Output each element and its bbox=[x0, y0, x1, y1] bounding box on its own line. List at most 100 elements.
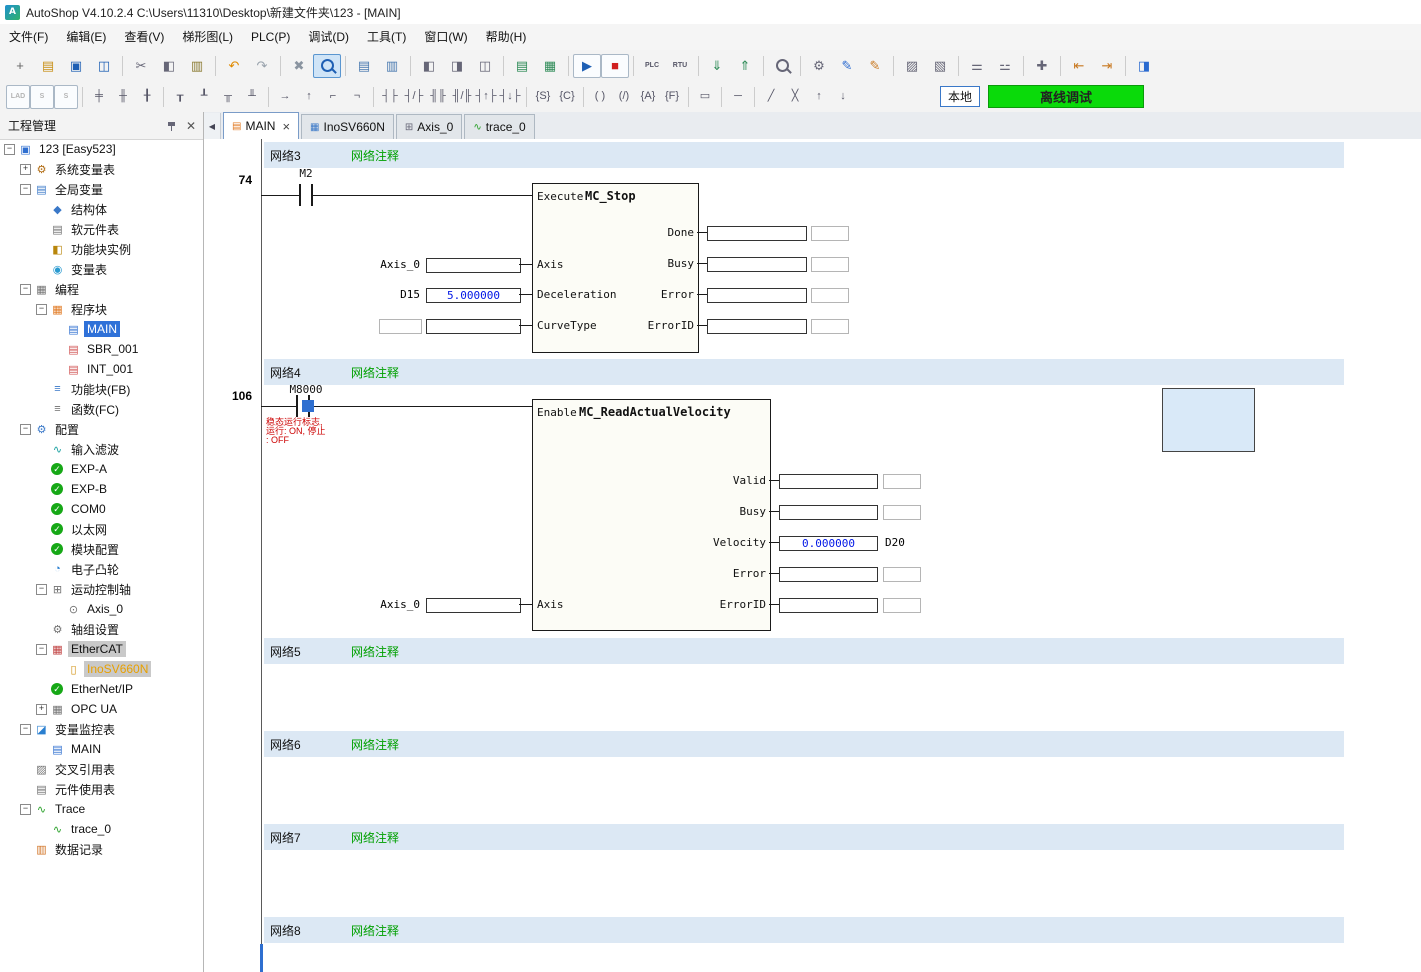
sfc-action-button[interactable]: S bbox=[54, 85, 78, 109]
horizontal-line-tool-button[interactable]: ─ bbox=[726, 85, 750, 109]
tree-item-9[interactable]: ▤MAIN bbox=[0, 319, 203, 339]
new-window-button[interactable]: ◧ bbox=[415, 54, 443, 78]
redo-button[interactable]: ↷ bbox=[248, 54, 276, 78]
station-setup-button[interactable]: ✚ bbox=[1028, 54, 1056, 78]
tree-item-3[interactable]: ◆结构体 bbox=[0, 199, 203, 219]
network-comment[interactable]: 网络注释 bbox=[351, 364, 399, 381]
contact-rising-button[interactable]: ┤↑├ bbox=[474, 85, 498, 109]
copy-button[interactable]: ◧ bbox=[155, 54, 183, 78]
line-corner-down-button[interactable]: ⌐ bbox=[321, 85, 345, 109]
mc-stop-block[interactable]: Execute MC_Stop Axis Deceleration CurveT… bbox=[532, 183, 699, 353]
operand-label[interactable]: D20 bbox=[885, 536, 905, 549]
cut-button[interactable]: ✂ bbox=[127, 54, 155, 78]
network-header-6[interactable]: 网络6网络注释 bbox=[264, 731, 1344, 757]
operand-box[interactable] bbox=[707, 288, 807, 303]
network-header-3[interactable]: 网络3网络注释 bbox=[264, 142, 1344, 168]
tile-windows-button[interactable]: ◫ bbox=[471, 54, 499, 78]
tree-item-26[interactable]: ▯InoSV660N bbox=[0, 659, 203, 679]
menu-item-6[interactable]: 工具(T) bbox=[358, 24, 415, 50]
network-header-5[interactable]: 网络5网络注释 bbox=[264, 638, 1344, 664]
save-button[interactable]: ▣ bbox=[62, 54, 90, 78]
ladder-canvas[interactable]: 74 106 M2 Execute MC_Stop Axis Decelerat… bbox=[204, 139, 1421, 972]
delete-vertical-line-button[interactable]: ╳ bbox=[783, 85, 807, 109]
function-block-insert-button[interactable]: ▭ bbox=[693, 85, 717, 109]
operand-box[interactable] bbox=[779, 505, 878, 520]
expand-toggle-icon[interactable]: + bbox=[36, 704, 47, 715]
operand-box[interactable] bbox=[811, 319, 849, 334]
run-button[interactable]: ▶ bbox=[573, 54, 601, 78]
tree-item-8[interactable]: −▦程序块 bbox=[0, 299, 203, 319]
tree-item-31[interactable]: ▨交叉引用表 bbox=[0, 759, 203, 779]
contact-parallel-no-button[interactable]: ╢╟ bbox=[426, 85, 450, 109]
tree-item-33[interactable]: −∿Trace bbox=[0, 799, 203, 819]
line-up-button[interactable]: ↑ bbox=[297, 85, 321, 109]
close-tab-icon[interactable]: × bbox=[282, 120, 290, 133]
window-list-button[interactable]: ◨ bbox=[1130, 54, 1158, 78]
operand-box[interactable] bbox=[811, 226, 849, 241]
operand-box[interactable] bbox=[779, 567, 878, 582]
open-project-button[interactable]: ▤ bbox=[34, 54, 62, 78]
delete-horizontal-line-button[interactable]: ╱ bbox=[759, 85, 783, 109]
operand-box[interactable] bbox=[883, 598, 921, 613]
menu-item-1[interactable]: 编辑(E) bbox=[57, 24, 115, 50]
coil-negated-button[interactable]: (/) bbox=[612, 85, 636, 109]
undo-button[interactable]: ↶ bbox=[220, 54, 248, 78]
tree-item-30[interactable]: ▤MAIN bbox=[0, 739, 203, 759]
operand-label[interactable]: Axis_0 bbox=[324, 598, 420, 611]
contact-falling-button[interactable]: ┤↓├ bbox=[498, 85, 522, 109]
collapse-toggle-icon[interactable]: − bbox=[20, 724, 31, 735]
tree-item-28[interactable]: +▦OPC UA bbox=[0, 699, 203, 719]
collapse-toggle-icon[interactable]: − bbox=[20, 804, 31, 815]
plc-mode-button[interactable]: PLC bbox=[638, 54, 666, 78]
monitor-button[interactable] bbox=[768, 54, 796, 78]
delete-cell-button[interactable]: ╂ bbox=[135, 85, 159, 109]
operand-box[interactable] bbox=[426, 598, 521, 613]
special-coil-button[interactable]: {F} bbox=[660, 85, 684, 109]
line-corner-up-button[interactable]: ¬ bbox=[345, 85, 369, 109]
menu-item-7[interactable]: 窗口(W) bbox=[415, 24, 476, 50]
collapse-toggle-icon[interactable]: − bbox=[20, 184, 31, 195]
align-vertical-button[interactable]: ⚍ bbox=[991, 54, 1019, 78]
tree-item-23[interactable]: ⊙Axis_0 bbox=[0, 599, 203, 619]
network-comment[interactable]: 网络注释 bbox=[351, 736, 399, 753]
network-comment[interactable]: 网络注释 bbox=[351, 147, 399, 164]
network-comment[interactable]: 网络注释 bbox=[351, 829, 399, 846]
line-right-button[interactable]: → bbox=[273, 85, 297, 109]
move-up-button[interactable]: ↑ bbox=[807, 85, 831, 109]
selection-box[interactable] bbox=[1162, 388, 1255, 452]
operand-box[interactable] bbox=[811, 288, 849, 303]
download-to-plc-button[interactable]: ⇓ bbox=[703, 54, 731, 78]
operand-box[interactable] bbox=[883, 567, 921, 582]
cascade-windows-button[interactable]: ◨ bbox=[443, 54, 471, 78]
tree-item-7[interactable]: −▦编程 bbox=[0, 279, 203, 299]
tree-item-29[interactable]: −◪变量监控表 bbox=[0, 719, 203, 739]
tab-main[interactable]: ▤MAIN× bbox=[223, 112, 299, 139]
operand-box[interactable] bbox=[379, 319, 422, 334]
network-comment[interactable]: 网络注释 bbox=[351, 643, 399, 660]
collapse-toggle-icon[interactable]: − bbox=[36, 584, 47, 595]
contact-nc-button[interactable]: ┤/├ bbox=[402, 85, 426, 109]
operand-box[interactable] bbox=[779, 598, 878, 613]
jump-forward-button[interactable]: ⇥ bbox=[1093, 54, 1121, 78]
insert-cell-button[interactable]: ╫ bbox=[111, 85, 135, 109]
new-file-button[interactable]: + bbox=[6, 54, 34, 78]
operand-box[interactable] bbox=[426, 319, 521, 334]
contact-parallel-nc-button[interactable]: ╢/╟ bbox=[450, 85, 474, 109]
contact-operand[interactable]: M2 bbox=[292, 167, 320, 180]
menu-item-8[interactable]: 帮助(H) bbox=[477, 24, 536, 50]
operand-box[interactable] bbox=[883, 505, 921, 520]
tree-item-25[interactable]: −▦EtherCAT bbox=[0, 639, 203, 659]
tree-item-12[interactable]: ≡功能块(FB) bbox=[0, 379, 203, 399]
tree-item-16[interactable]: ✓EXP-A bbox=[0, 459, 203, 479]
operand-label[interactable]: D15 bbox=[324, 288, 420, 301]
operand-box[interactable] bbox=[811, 257, 849, 272]
tab-trace_0[interactable]: ∿trace_0 bbox=[464, 114, 534, 139]
offline-debug-button[interactable]: 离线调试 bbox=[988, 85, 1144, 108]
tree-item-11[interactable]: ▤INT_001 bbox=[0, 359, 203, 379]
network-comment[interactable]: 网络注释 bbox=[351, 922, 399, 939]
network-header-8[interactable]: 网络8网络注释 bbox=[264, 917, 1344, 943]
branch-up-button[interactable]: ┸ bbox=[192, 85, 216, 109]
collapse-toggle-icon[interactable]: − bbox=[4, 144, 15, 155]
find-in-project-button[interactable]: ▨ bbox=[898, 54, 926, 78]
tree-item-32[interactable]: ▤元件使用表 bbox=[0, 779, 203, 799]
